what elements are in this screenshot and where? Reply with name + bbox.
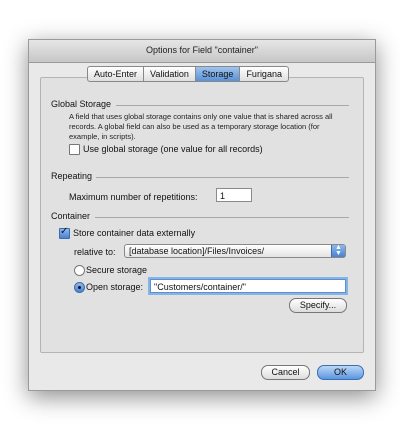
open-storage-label: Open storage: bbox=[86, 282, 144, 292]
cancel-button[interactable]: Cancel bbox=[261, 365, 310, 380]
repeating-divider bbox=[96, 177, 349, 178]
store-externally-checkbox[interactable] bbox=[59, 226, 70, 239]
store-externally-label: Store container data externally bbox=[73, 228, 196, 238]
ok-button[interactable]: OK bbox=[317, 365, 364, 380]
global-storage-divider bbox=[116, 105, 349, 106]
open-storage-input[interactable]: "Customers/container/" bbox=[150, 279, 346, 293]
repetitions-label: Maximum number of repetitions: bbox=[69, 192, 198, 202]
container-divider bbox=[95, 217, 349, 218]
repeating-heading: Repeating bbox=[51, 171, 93, 181]
repetitions-input[interactable]: 1 bbox=[216, 188, 252, 202]
global-storage-checkbox[interactable] bbox=[69, 144, 80, 155]
global-storage-label: Use global storage (one value for all re… bbox=[83, 144, 263, 154]
specify-button[interactable]: Specify... bbox=[289, 298, 347, 313]
secure-storage-radio[interactable] bbox=[74, 265, 85, 276]
select-arrows-icon: ▲ ▼ bbox=[331, 244, 345, 257]
relative-to-value: [database location]/Files/Invoices/ bbox=[129, 246, 265, 256]
dialog-title: Options for Field "container" bbox=[146, 45, 258, 55]
global-storage-description: A field that uses global storage contain… bbox=[69, 112, 333, 141]
secure-storage-label: Secure storage bbox=[86, 265, 148, 275]
relative-to-label: relative to: bbox=[74, 247, 116, 257]
tab-storage[interactable]: Storage bbox=[195, 67, 241, 81]
tab-auto-enter[interactable]: Auto-Enter bbox=[88, 67, 145, 81]
tab-bar: Auto-Enter Validation Storage Furigana bbox=[87, 66, 289, 82]
tab-furigana[interactable]: Furigana bbox=[240, 67, 288, 81]
container-heading: Container bbox=[51, 211, 91, 221]
title-bar[interactable]: Options for Field "container" bbox=[29, 40, 375, 63]
global-storage-heading: Global Storage bbox=[51, 99, 112, 109]
relative-to-select[interactable]: [database location]/Files/Invoices/ ▲ ▼ bbox=[124, 244, 346, 258]
tab-validation[interactable]: Validation bbox=[144, 67, 196, 81]
open-storage-radio[interactable] bbox=[74, 282, 85, 293]
